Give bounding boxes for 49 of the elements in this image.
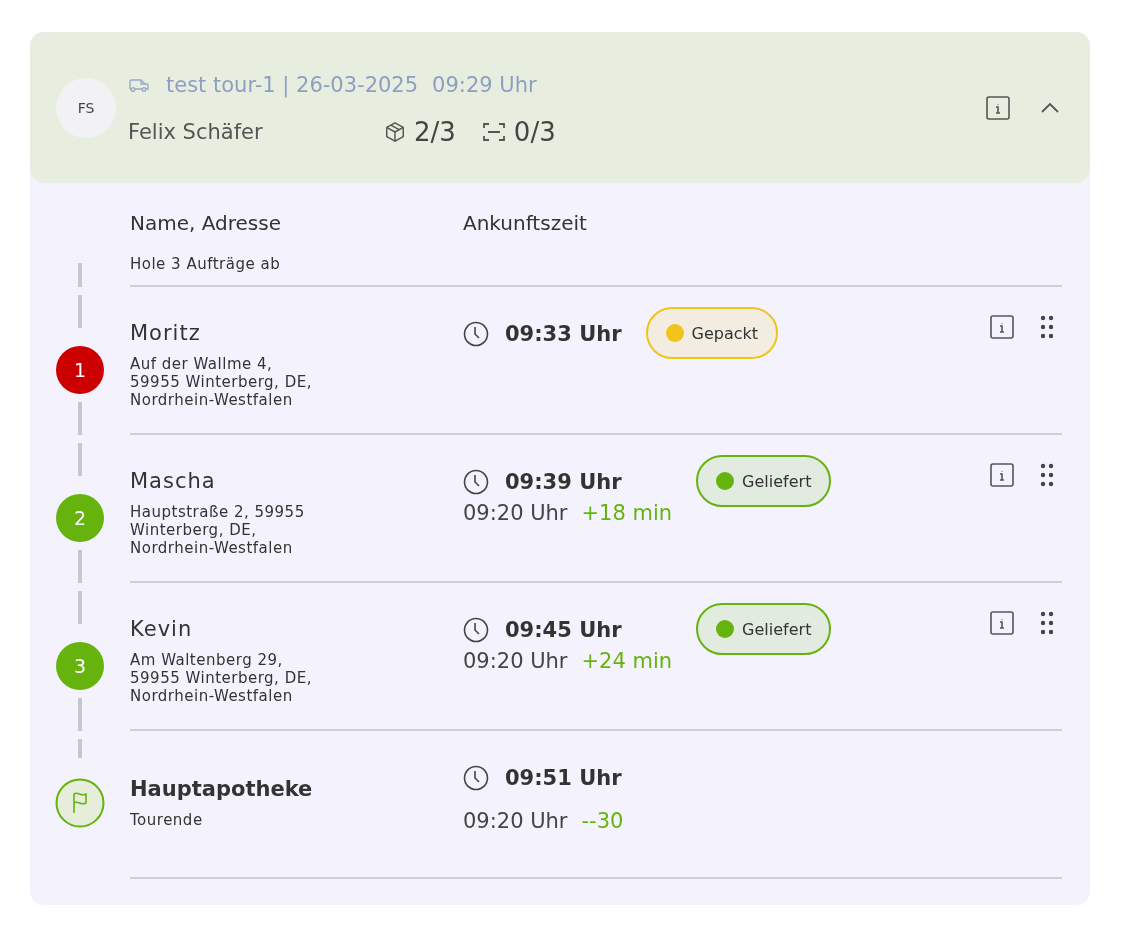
stop-number: 1 — [56, 346, 104, 394]
arrival-time: 09:51 Uhr — [505, 766, 622, 790]
flag-icon — [55, 778, 105, 828]
stop-name: Moritz — [130, 321, 202, 345]
clock-icon — [463, 765, 489, 791]
stop-address: Hauptstraße 2, 59955 Winterberg, DE, Nordrhein-Westfalen — [130, 503, 306, 557]
column-header: Name, Adresse — [130, 211, 282, 235]
stop-number: 2 — [56, 494, 104, 542]
scan-icon — [481, 120, 506, 143]
time-delta: +18 min — [581, 501, 673, 525]
clock-icon — [463, 469, 489, 495]
tour-time: 09:29 Uhr — [432, 72, 537, 97]
info-icon[interactable] — [990, 611, 1014, 635]
stop-name: Mascha — [130, 469, 217, 493]
tour-title: test tour-1 | 26-03-2025 — [166, 72, 419, 97]
stop-number: 3 — [56, 642, 104, 690]
drag-handle-icon[interactable] — [1040, 611, 1054, 635]
stop-address: Auf der Wallme 4, 59955 Winterberg, DE, Nordrhein-Westfalen — [130, 355, 313, 409]
clock-icon — [463, 321, 489, 347]
stop-name: Kevin — [130, 617, 194, 641]
time-delta: +24 min — [581, 649, 673, 673]
driver-name: Felix Schäfer — [128, 119, 264, 144]
stop-address: Am Waltenberg 29, 59955 Winterberg, DE, Nordrhein-Westfalen — [130, 651, 313, 705]
clock-icon — [463, 617, 489, 643]
van-icon — [128, 76, 150, 93]
chevron-up-icon[interactable] — [1040, 101, 1060, 114]
drag-handle-icon[interactable] — [1040, 463, 1054, 487]
arrival-time: 09:33 Uhr — [505, 322, 622, 346]
avatar: FS — [56, 77, 116, 138]
info-icon[interactable] — [990, 315, 1014, 339]
arrival-time: 09:45 Uhr — [505, 618, 622, 642]
pickup-note: Hole 3 Aufträge ab — [130, 255, 282, 273]
scan-count: 0/3 — [513, 116, 556, 147]
status-label: Geliefert — [742, 619, 812, 639]
package-count: 2/3 — [414, 116, 456, 147]
status-label: Geliefert — [742, 471, 812, 491]
actual-time: 09:20 Uhr — [463, 649, 568, 673]
package-icon — [384, 120, 406, 143]
info-icon[interactable] — [986, 95, 1010, 120]
info-icon[interactable] — [990, 463, 1014, 487]
stop-name: Hauptapotheke — [130, 777, 314, 801]
status-label: Gepackt — [691, 323, 759, 343]
actual-time: 09:20 Uhr — [463, 501, 568, 525]
drag-handle-icon[interactable] — [1040, 315, 1054, 339]
time-delta: --30 — [581, 809, 624, 833]
arrival-time: 09:39 Uhr — [505, 470, 622, 494]
column-header: Ankunftszeit — [463, 211, 587, 235]
stop-address: Tourende — [130, 811, 204, 829]
actual-time: 09:20 Uhr — [463, 809, 568, 833]
